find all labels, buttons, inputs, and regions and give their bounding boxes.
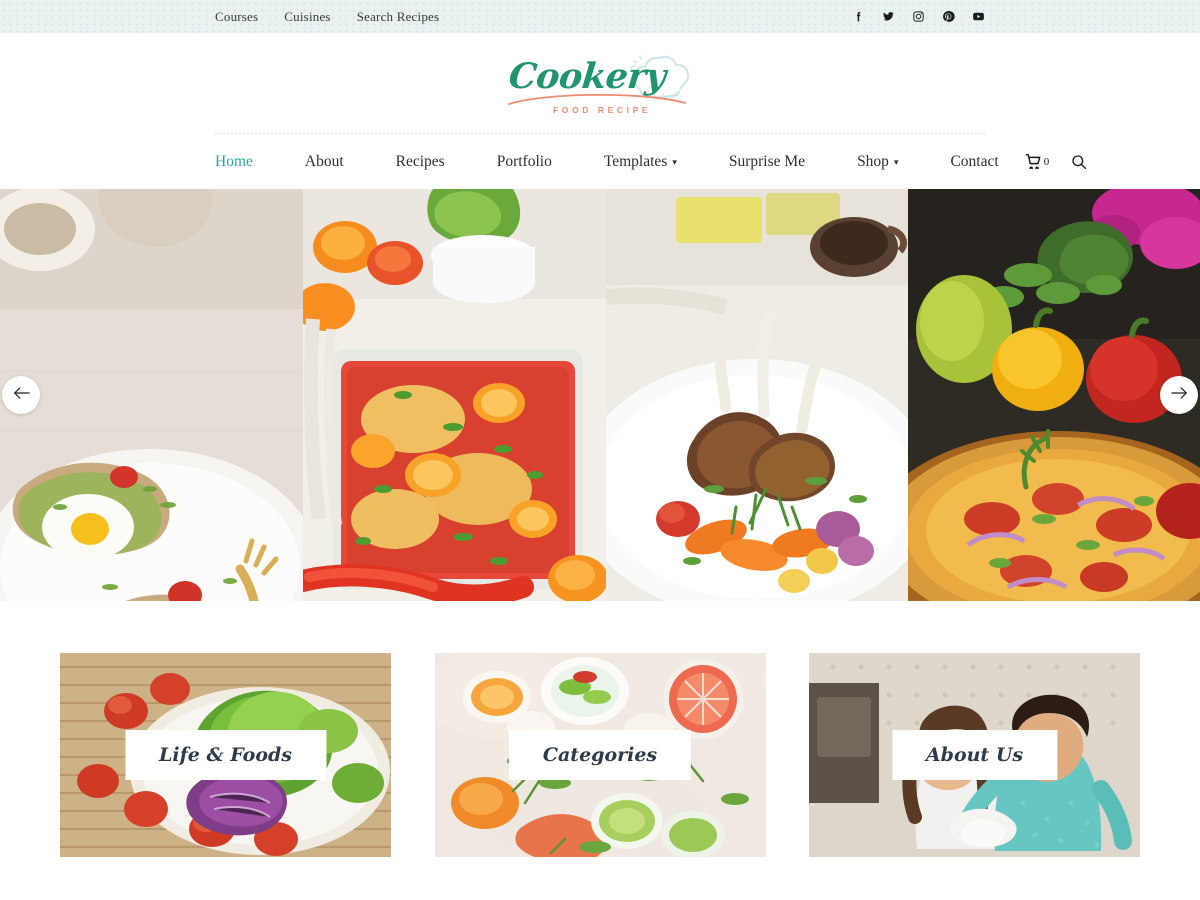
logo-subtitle: FOOD RECIPE	[553, 105, 652, 115]
twitter-icon[interactable]	[881, 10, 895, 24]
logo-title: Cookery	[506, 56, 668, 97]
hero-slider	[0, 189, 1200, 601]
nav-label-portfolio: Portfolio	[496, 152, 552, 170]
chevron-down-icon: ▾	[893, 157, 899, 167]
arrow-right-icon	[1170, 386, 1188, 405]
nav-items: Home About Recipes Portfolio Templates ▾…	[215, 147, 1025, 177]
top-bar-inner: Courses Cuisines Search Recipes	[0, 0, 1200, 33]
nav-label-about: About	[304, 152, 344, 170]
nav-item-home[interactable]: Home	[215, 147, 279, 177]
feature-cards: Life & Foods Categories About Us	[0, 601, 1200, 857]
slide-item[interactable]	[303, 189, 606, 601]
card-label-categories: Categories	[508, 730, 692, 780]
top-link-courses[interactable]: Courses	[215, 9, 258, 25]
slide-item[interactable]	[908, 189, 1200, 601]
slide-image-lamb-chops	[606, 189, 908, 601]
chevron-down-icon: ▾	[672, 157, 677, 167]
slide-image-pizza	[908, 189, 1200, 601]
nav-item-about[interactable]: About	[279, 147, 370, 177]
nav-label-shop: Shop	[857, 152, 889, 170]
nav-label-contact: Contact	[950, 152, 999, 170]
feature-card-categories[interactable]: Categories	[434, 653, 766, 857]
top-link-search-recipes[interactable]: Search Recipes	[357, 9, 440, 25]
shopping-cart-icon	[1025, 154, 1042, 169]
arrow-left-icon	[13, 386, 30, 405]
main-navigation: Home About Recipes Portfolio Templates ▾…	[0, 134, 1200, 189]
instagram-icon[interactable]	[911, 10, 925, 24]
search-icon[interactable]	[1071, 154, 1087, 170]
logo-wrapper: Cookery FOOD RECIPE	[0, 47, 1200, 125]
pinterest-icon[interactable]	[941, 10, 955, 24]
card-label-about-us: About Us	[891, 730, 1058, 780]
nav-item-contact[interactable]: Contact	[924, 147, 1024, 177]
nav-item-shop[interactable]: Shop ▾	[831, 147, 924, 177]
slide-image-avocado-toast	[0, 189, 303, 601]
social-links	[851, 10, 985, 24]
nav-actions: 0	[1025, 154, 1088, 170]
slide-item[interactable]	[606, 189, 908, 601]
site-logo[interactable]: Cookery FOOD RECIPE	[501, 50, 699, 122]
site-header: Cookery FOOD RECIPE	[0, 33, 1200, 134]
nav-item-portfolio[interactable]: Portfolio	[471, 147, 578, 177]
top-bar-links: Courses Cuisines Search Recipes	[215, 9, 439, 25]
top-bar: Courses Cuisines Search Recipes	[0, 0, 1200, 33]
feature-card-life-and-foods[interactable]: Life & Foods	[60, 653, 391, 857]
top-link-cuisines[interactable]: Cuisines	[284, 9, 330, 25]
nav-item-recipes[interactable]: Recipes	[370, 147, 471, 177]
card-label-life-and-foods: Life & Foods	[125, 730, 326, 780]
cart-count: 0	[1043, 155, 1050, 168]
nav-label-home: Home	[215, 152, 253, 170]
nav-label-recipes: Recipes	[395, 152, 445, 170]
slide-item[interactable]	[0, 189, 303, 601]
slider-next-button[interactable]	[1160, 376, 1198, 414]
feature-card-about-us[interactable]: About Us	[809, 653, 1140, 857]
nav-label-surprise-me: Surprise Me	[728, 152, 806, 170]
nav-label-templates: Templates	[603, 152, 668, 170]
nav-item-surprise-me[interactable]: Surprise Me	[703, 147, 831, 177]
nav-item-templates[interactable]: Templates ▾	[578, 147, 703, 177]
slide-image-orange-chicken-bake	[303, 189, 606, 601]
facebook-icon[interactable]	[851, 10, 865, 24]
slider-prev-button[interactable]	[2, 376, 40, 414]
cart-button[interactable]: 0	[1025, 154, 1050, 169]
youtube-icon[interactable]	[971, 10, 985, 24]
